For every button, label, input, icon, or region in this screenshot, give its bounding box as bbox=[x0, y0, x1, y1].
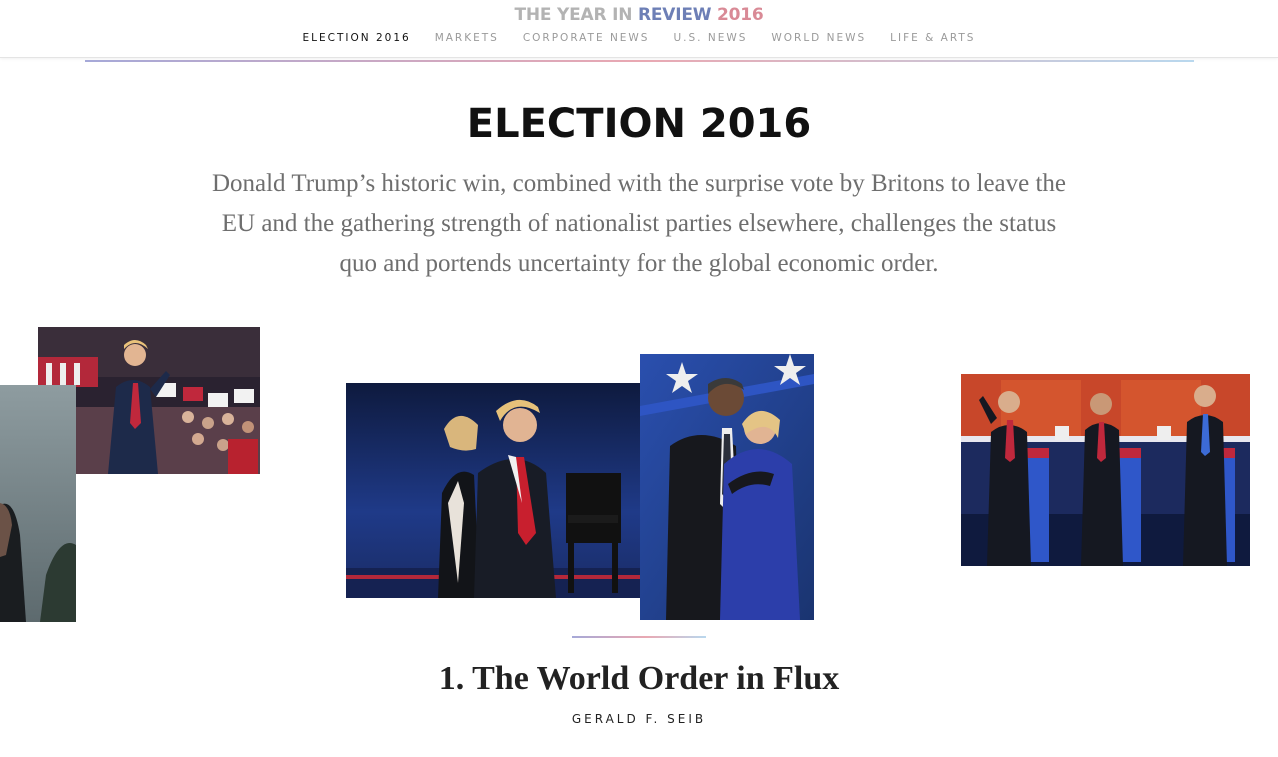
header-divider bbox=[85, 60, 1194, 62]
site-header: THE YEAR IN REVIEW 2016 ELECTION 2016 MA… bbox=[0, 0, 1278, 58]
nav-item-corporate-news[interactable]: CORPORATE NEWS bbox=[523, 31, 650, 45]
photo-obama-clinton-hug[interactable] bbox=[640, 354, 814, 620]
article-divider bbox=[572, 636, 706, 638]
photo-speaker-closeup[interactable] bbox=[0, 385, 76, 622]
brand-part-1: THE YEAR IN bbox=[514, 5, 638, 25]
nav-item-election-2016[interactable]: ELECTION 2016 bbox=[303, 31, 411, 45]
brand-part-3: 2016 bbox=[717, 5, 764, 25]
section-title: ELECTION 2016 bbox=[466, 101, 812, 147]
article-byline: GERALD F. SEIB bbox=[571, 712, 707, 726]
photo-gop-debate[interactable] bbox=[961, 374, 1250, 566]
brand-part-2: REVIEW bbox=[637, 5, 718, 25]
brand-logo[interactable]: THE YEAR IN REVIEW 2016 bbox=[0, 4, 1278, 26]
nav-item-world-news[interactable]: WORLD NEWS bbox=[771, 31, 866, 45]
article-title[interactable]: 1. The World Order in Flux bbox=[0, 657, 1278, 701]
photo-presidential-debate[interactable] bbox=[346, 383, 668, 598]
section-nav: ELECTION 2016 MARKETS CORPORATE NEWS U.S… bbox=[0, 31, 1278, 45]
nav-item-life-arts[interactable]: LIFE & ARTS bbox=[890, 31, 975, 45]
nav-item-markets[interactable]: MARKETS bbox=[435, 31, 499, 45]
section-dek: Donald Trump’s historic win, combined wi… bbox=[211, 170, 1067, 277]
nav-item-us-news[interactable]: U.S. NEWS bbox=[673, 31, 747, 45]
